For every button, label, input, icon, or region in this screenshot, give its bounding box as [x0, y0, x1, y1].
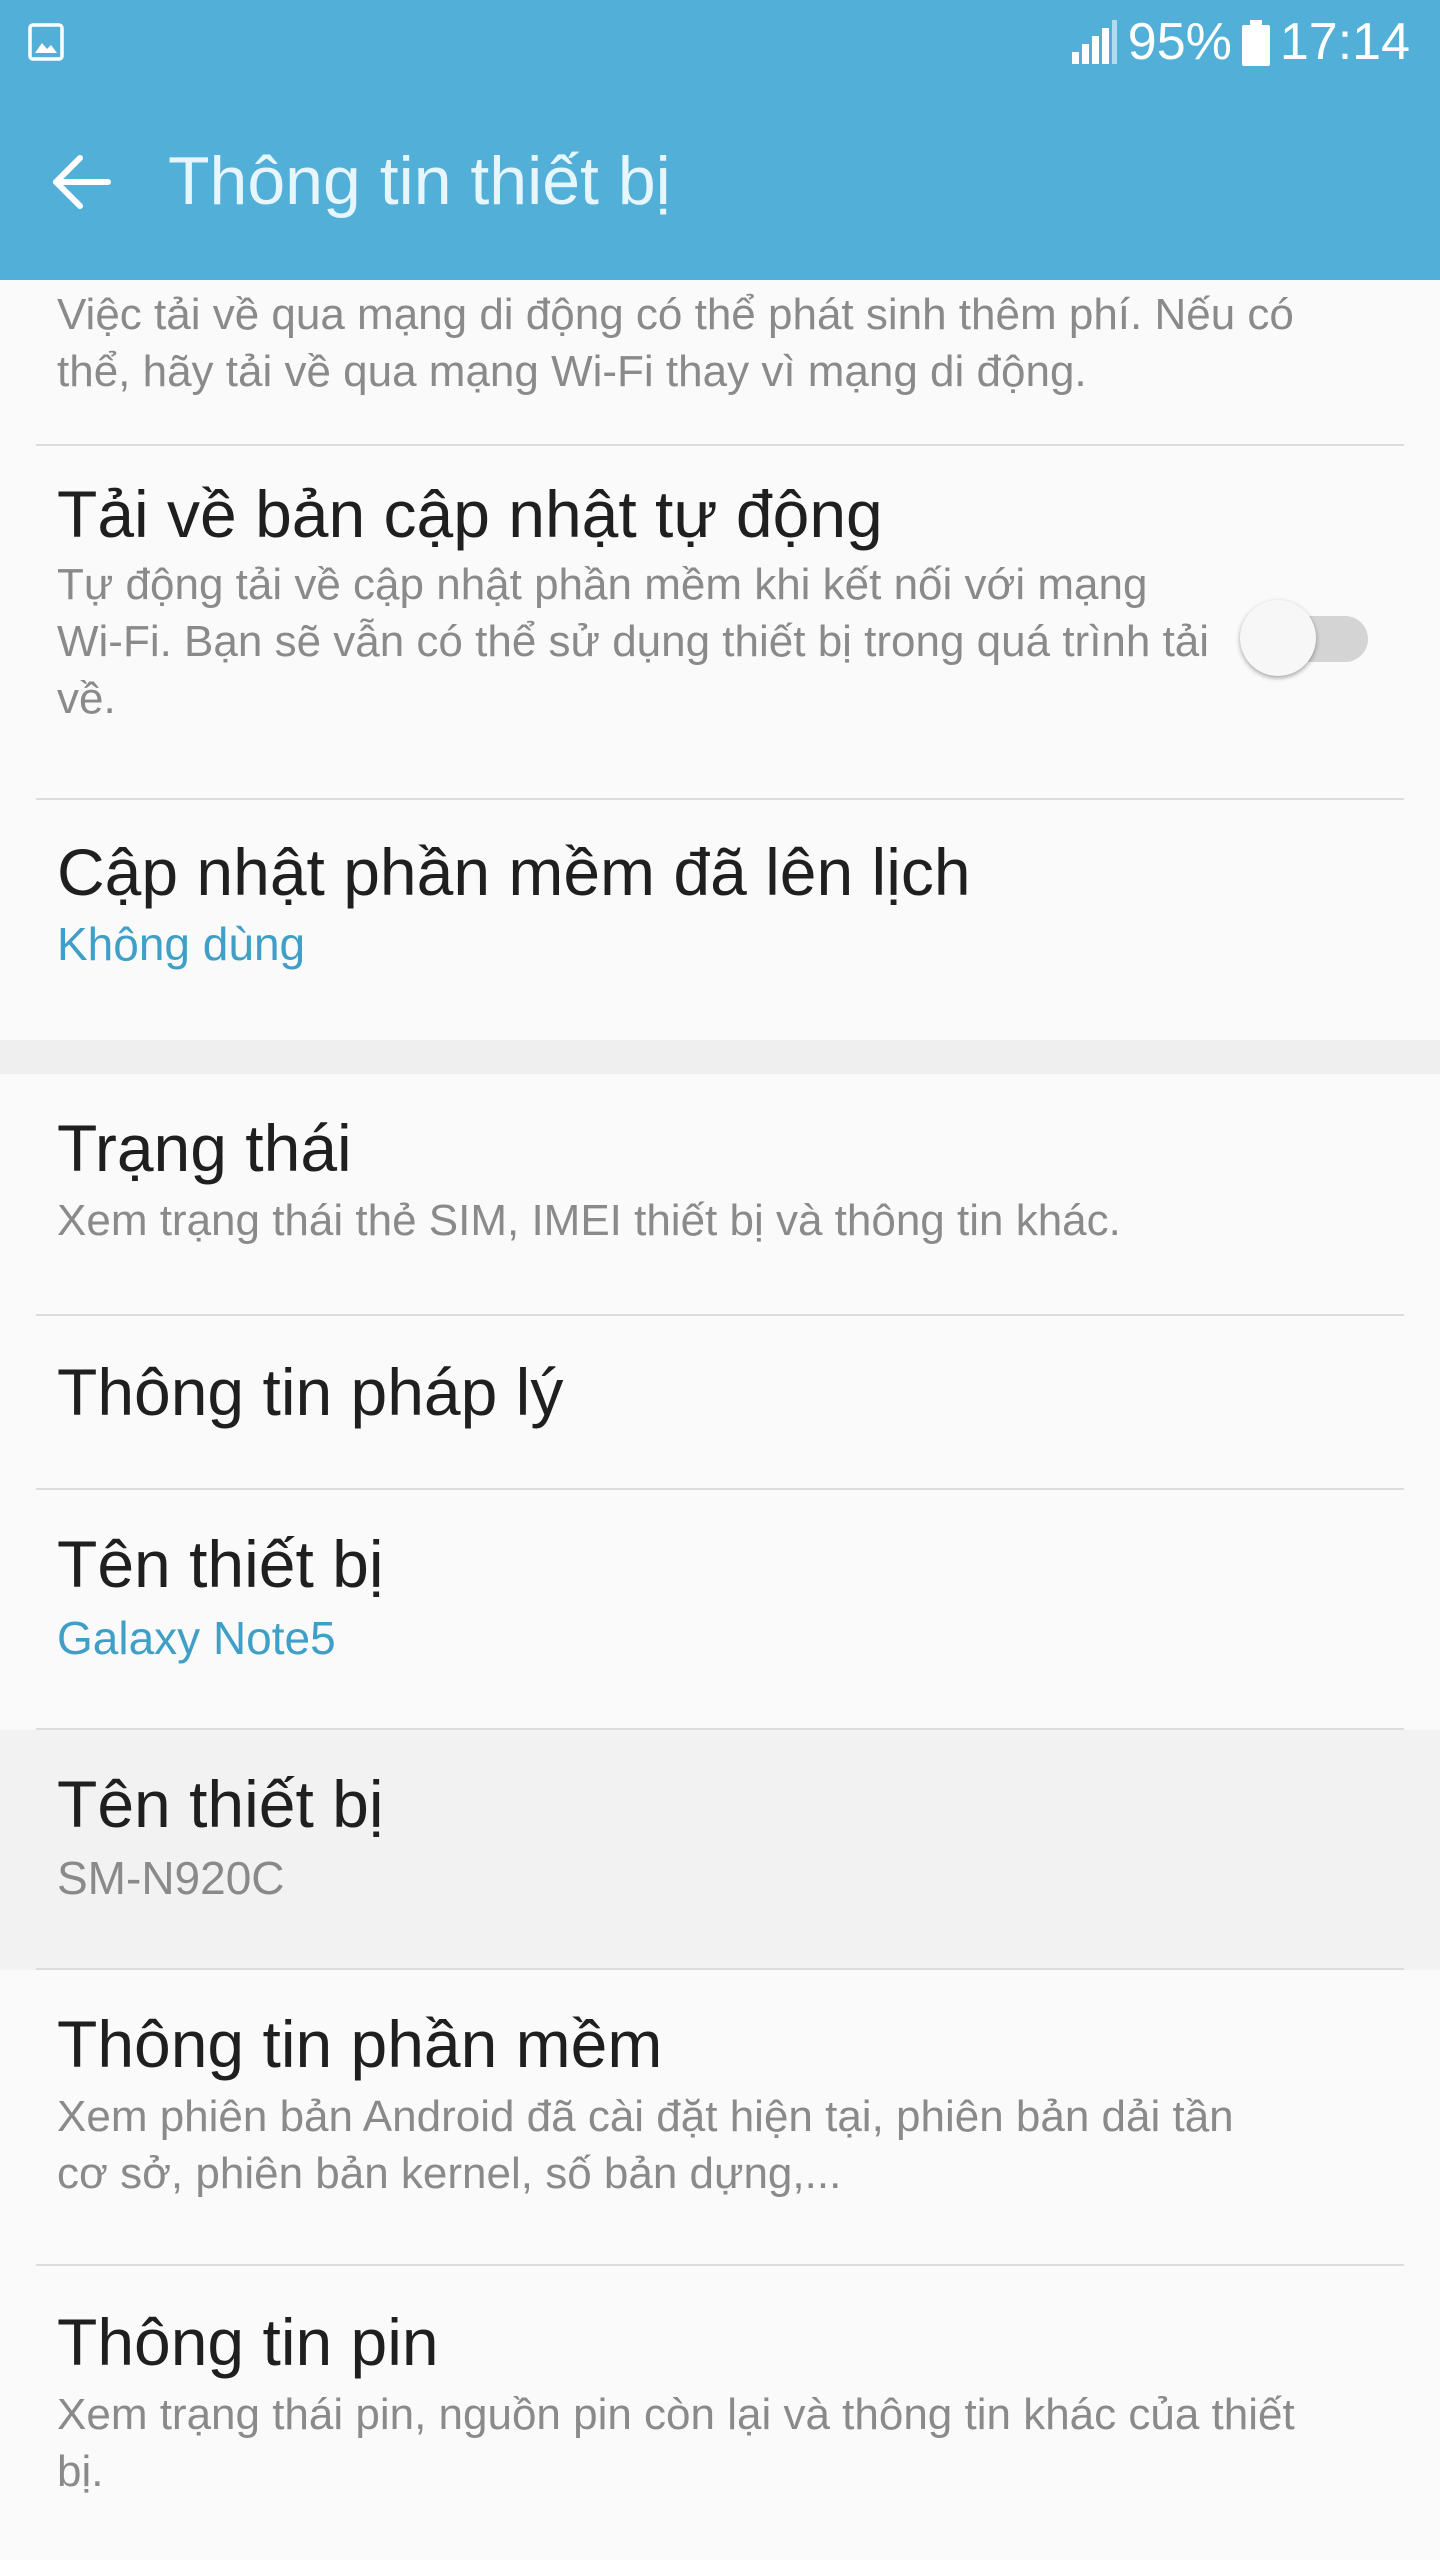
- list-item-status[interactable]: Trạng thái Xem trạng thái thẻ SIM, IMEI …: [0, 1074, 1440, 1316]
- item-description: Tự động tải về cập nhật phần mềm khi kết…: [57, 560, 1210, 723]
- section-gap: [0, 1040, 1440, 1074]
- item-value: Galaxy Note5: [57, 1612, 336, 1664]
- signal-icon: [1070, 18, 1118, 66]
- auto-download-toggle[interactable]: [1240, 594, 1374, 676]
- item-title: Thông tin pin: [57, 2305, 439, 2379]
- item-description: Xem trạng thái pin, nguồn pin còn lại và…: [57, 2390, 1295, 2496]
- item-title: Thông tin phần mềm: [57, 2007, 663, 2081]
- clock: 17:14: [1279, 13, 1410, 71]
- list-item-scheduled-update[interactable]: Cập nhật phần mềm đã lên lịch Không dùng: [0, 800, 1440, 1040]
- list-item-auto-download[interactable]: Tải về bản cập nhật tự động Tự động tải …: [0, 446, 1440, 800]
- item-title: Cập nhật phần mềm đã lên lịch: [57, 835, 971, 909]
- top-bar: 95% 17:14 Thông tin thiết bị: [0, 0, 1440, 280]
- list-item-device-name[interactable]: Tên thiết bị Galaxy Note5: [0, 1490, 1440, 1730]
- list-item-model-number[interactable]: Tên thiết bị SM-N920C: [0, 1730, 1440, 1970]
- list-item-battery-info[interactable]: Thông tin pin Xem trạng thái pin, nguồn …: [0, 2266, 1440, 2560]
- item-title: Trạng thái: [57, 1111, 352, 1185]
- item-description: Xem trạng thái thẻ SIM, IMEI thiết bị và…: [57, 1196, 1121, 1245]
- battery-icon: [1241, 19, 1270, 66]
- item-title: Tải về bản cập nhật tự động: [57, 477, 883, 551]
- image-icon: [28, 22, 64, 62]
- settings-list: Việc tải về qua mạng di động có thể phát…: [0, 280, 1440, 2560]
- list-item-legal-info[interactable]: Thông tin pháp lý: [0, 1316, 1440, 1488]
- page-title: Thông tin thiết bị: [168, 143, 671, 219]
- app-bar: Thông tin thiết bị: [0, 84, 1440, 280]
- item-description: Việc tải về qua mạng di động có thể phát…: [57, 290, 1294, 396]
- toggle-thumb: [1240, 600, 1316, 676]
- status-bar: 95% 17:14: [0, 0, 1440, 84]
- status-indicators: 95% 17:14: [1070, 13, 1410, 71]
- item-title: Tên thiết bị: [57, 1767, 384, 1841]
- battery-percent: 95%: [1127, 13, 1232, 71]
- item-value: SM-N920C: [57, 1852, 285, 1904]
- list-item-mobile-data-note[interactable]: Việc tải về qua mạng di động có thể phát…: [0, 280, 1440, 444]
- list-item-software-info[interactable]: Thông tin phần mềm Xem phiên bản Android…: [0, 1970, 1440, 2266]
- item-title: Tên thiết bị: [57, 1527, 384, 1601]
- back-arrow-icon[interactable]: [50, 150, 114, 214]
- item-description: Xem phiên bản Android đã cài đặt hiện tạ…: [57, 2092, 1234, 2198]
- item-title: Thông tin pháp lý: [57, 1355, 564, 1429]
- item-value: Không dùng: [57, 918, 306, 970]
